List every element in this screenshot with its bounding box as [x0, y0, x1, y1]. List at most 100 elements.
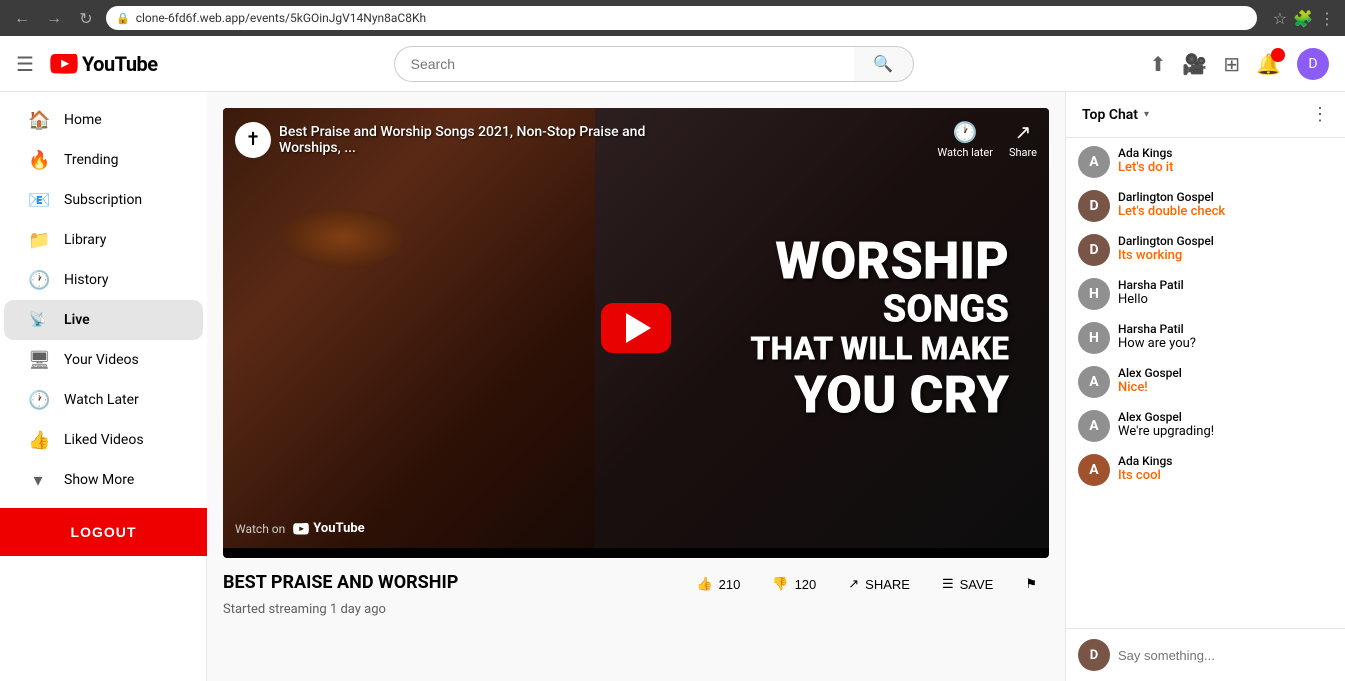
back-button[interactable]: ←: [10, 8, 34, 28]
camera-icon[interactable]: 🎥: [1182, 52, 1207, 76]
sidebar-label-watch-later: Watch Later: [64, 392, 139, 408]
watch-later-btn[interactable]: 🕐 Watch later: [937, 120, 993, 159]
overlay-line1: WORSHIP: [750, 232, 1009, 289]
sidebar-item-show-more[interactable]: ▾ Show More: [4, 460, 203, 500]
sidebar-item-live[interactable]: 📡 Live: [4, 300, 203, 340]
chat-more-button[interactable]: ⋮: [1311, 104, 1329, 125]
sidebar-label-history: History: [64, 272, 109, 288]
chat-avatar: D: [1078, 234, 1110, 266]
save-icon: ☰: [942, 576, 954, 592]
sidebar-item-liked-videos[interactable]: 👍 Liked Videos: [4, 420, 203, 460]
like-button[interactable]: 👍 210: [684, 570, 752, 598]
reload-button[interactable]: ↻: [74, 9, 98, 28]
chat-input[interactable]: [1118, 648, 1333, 663]
chat-username: Harsha Patil: [1118, 322, 1333, 336]
youtube-logo-text: YouTube: [82, 52, 158, 76]
browser-bar: ← → ↻ 🔒 clone-6fd6f.web.app/events/5kGOi…: [0, 0, 1345, 36]
chat-avatar: H: [1078, 278, 1110, 310]
chat-username: Ada Kings: [1118, 146, 1333, 160]
chat-message: D Darlington Gospel Its working: [1078, 234, 1333, 266]
video-player[interactable]: WORSHIP SONGS THAT WILL MAKE YOU CRY ✝ B…: [223, 108, 1049, 558]
watch-later-icon: 🕐: [28, 390, 48, 411]
chat-title: Top Chat: [1082, 107, 1138, 123]
dislike-count: 120: [795, 577, 817, 592]
extension-icon[interactable]: 🧩: [1293, 9, 1313, 28]
chat-message: A Ada Kings Its cool: [1078, 454, 1333, 486]
share-label: Share: [1009, 146, 1037, 159]
chat-username: Alex Gospel: [1118, 366, 1333, 380]
watch-on-yt-text: YouTube: [313, 521, 364, 536]
flag-button[interactable]: ⚑: [1013, 570, 1049, 598]
chat-input-area: D: [1066, 628, 1345, 681]
video-title-overlay: Best Praise and Worship Songs 2021, Non-…: [279, 124, 679, 156]
like-icon: 👍: [696, 576, 712, 592]
sidebar-item-subscription[interactable]: 📧 Subscription: [4, 180, 203, 220]
video-title: BEST PRAISE AND WORSHIP: [223, 572, 458, 593]
search-input[interactable]: [394, 46, 854, 82]
chat-username: Darlington Gospel: [1118, 190, 1333, 204]
play-button[interactable]: [601, 303, 671, 353]
chat-message-content: Harsha Patil Hello: [1118, 278, 1333, 307]
play-arrow-icon: [626, 313, 651, 343]
chat-message: A Alex Gospel Nice!: [1078, 366, 1333, 398]
video-top-actions: 🕐 Watch later ↗ Share: [937, 120, 1037, 159]
chat-panel: Top Chat ▾ ⋮ A Ada Kings Let's do it D D…: [1065, 92, 1345, 681]
chat-username: Harsha Patil: [1118, 278, 1333, 292]
chat-text: Let's double check: [1118, 204, 1333, 219]
show-more-icon: ▾: [28, 470, 48, 491]
video-info: BEST PRAISE AND WORSHIP 👍 210 👎 120 ↗ SH…: [223, 558, 1049, 629]
chat-avatar: A: [1078, 410, 1110, 442]
dislike-button[interactable]: 👎 120: [760, 570, 828, 598]
notifications-icon[interactable]: 🔔: [1256, 52, 1281, 76]
sidebar-item-library[interactable]: 📁 Library: [4, 220, 203, 260]
lock-icon: 🔒: [116, 12, 130, 25]
watch-on-yt-icon: [293, 523, 309, 535]
header-center: 🔍: [158, 46, 1150, 82]
save-button[interactable]: ☰ SAVE: [930, 570, 1005, 598]
chat-avatar: H: [1078, 322, 1110, 354]
save-label: SAVE: [960, 577, 994, 592]
trending-icon: 🔥: [28, 150, 48, 171]
url-bar[interactable]: 🔒 clone-6fd6f.web.app/events/5kGOinJgV14…: [106, 6, 1257, 30]
chat-message-content: Darlington Gospel Its working: [1118, 234, 1333, 263]
sidebar-label-live: Live: [64, 312, 90, 328]
sidebar-item-home[interactable]: 🏠 Home: [4, 100, 203, 140]
search-button[interactable]: 🔍: [854, 46, 914, 82]
content-area: WORSHIP SONGS THAT WILL MAKE YOU CRY ✝ B…: [207, 92, 1065, 681]
apps-icon[interactable]: ⊞: [1223, 52, 1240, 76]
chat-username: Alex Gospel: [1118, 410, 1333, 424]
chat-dropdown-arrow[interactable]: ▾: [1144, 109, 1149, 120]
chat-message-content: Darlington Gospel Let's double check: [1118, 190, 1333, 219]
share-video-button[interactable]: ↗ SHARE: [836, 570, 922, 598]
chat-title-group: Top Chat ▾: [1082, 107, 1149, 123]
chat-avatar: D: [1078, 190, 1110, 222]
search-bar: 🔍: [394, 46, 914, 82]
share-icon: ↗: [1015, 120, 1032, 144]
chat-message-content: Harsha Patil How are you?: [1118, 322, 1333, 351]
sidebar-label-subscription: Subscription: [64, 192, 142, 208]
forward-button[interactable]: →: [42, 8, 66, 28]
youtube-logo[interactable]: YouTube: [50, 52, 158, 76]
chat-username: Darlington Gospel: [1118, 234, 1333, 248]
video-actions: 👍 210 👎 120 ↗ SHARE ☰ SAVE: [684, 570, 1049, 598]
like-count: 210: [719, 577, 741, 592]
menu-icon[interactable]: ⋮: [1319, 9, 1335, 28]
sidebar-item-your-videos[interactable]: 🖥 Your Videos: [4, 340, 203, 380]
watch-on-logo[interactable]: YouTube: [293, 521, 364, 536]
header-left: ☰ YouTube: [16, 52, 158, 76]
live-icon: 📡: [28, 312, 48, 328]
chat-username: Ada Kings: [1118, 454, 1333, 468]
logout-button[interactable]: LOGOUT: [0, 508, 207, 556]
bookmark-icon[interactable]: ☆: [1273, 9, 1287, 28]
youtube-header: ☰ YouTube 🔍 ⬆ 🎥 ⊞ 🔔 D: [0, 36, 1345, 92]
chat-text: Let's do it: [1118, 160, 1333, 175]
sidebar-label-library: Library: [64, 232, 106, 248]
upload-icon[interactable]: ⬆: [1150, 52, 1167, 76]
share-btn[interactable]: ↗ Share: [1009, 120, 1037, 159]
sidebar-item-watch-later[interactable]: 🕐 Watch Later: [4, 380, 203, 420]
sidebar-item-history[interactable]: 🕐 History: [4, 260, 203, 300]
sidebar-item-trending[interactable]: 🔥 Trending: [4, 140, 203, 180]
hamburger-menu[interactable]: ☰: [16, 52, 34, 76]
user-avatar[interactable]: D: [1297, 48, 1329, 80]
overlay-line2: SONGS: [750, 290, 1009, 332]
